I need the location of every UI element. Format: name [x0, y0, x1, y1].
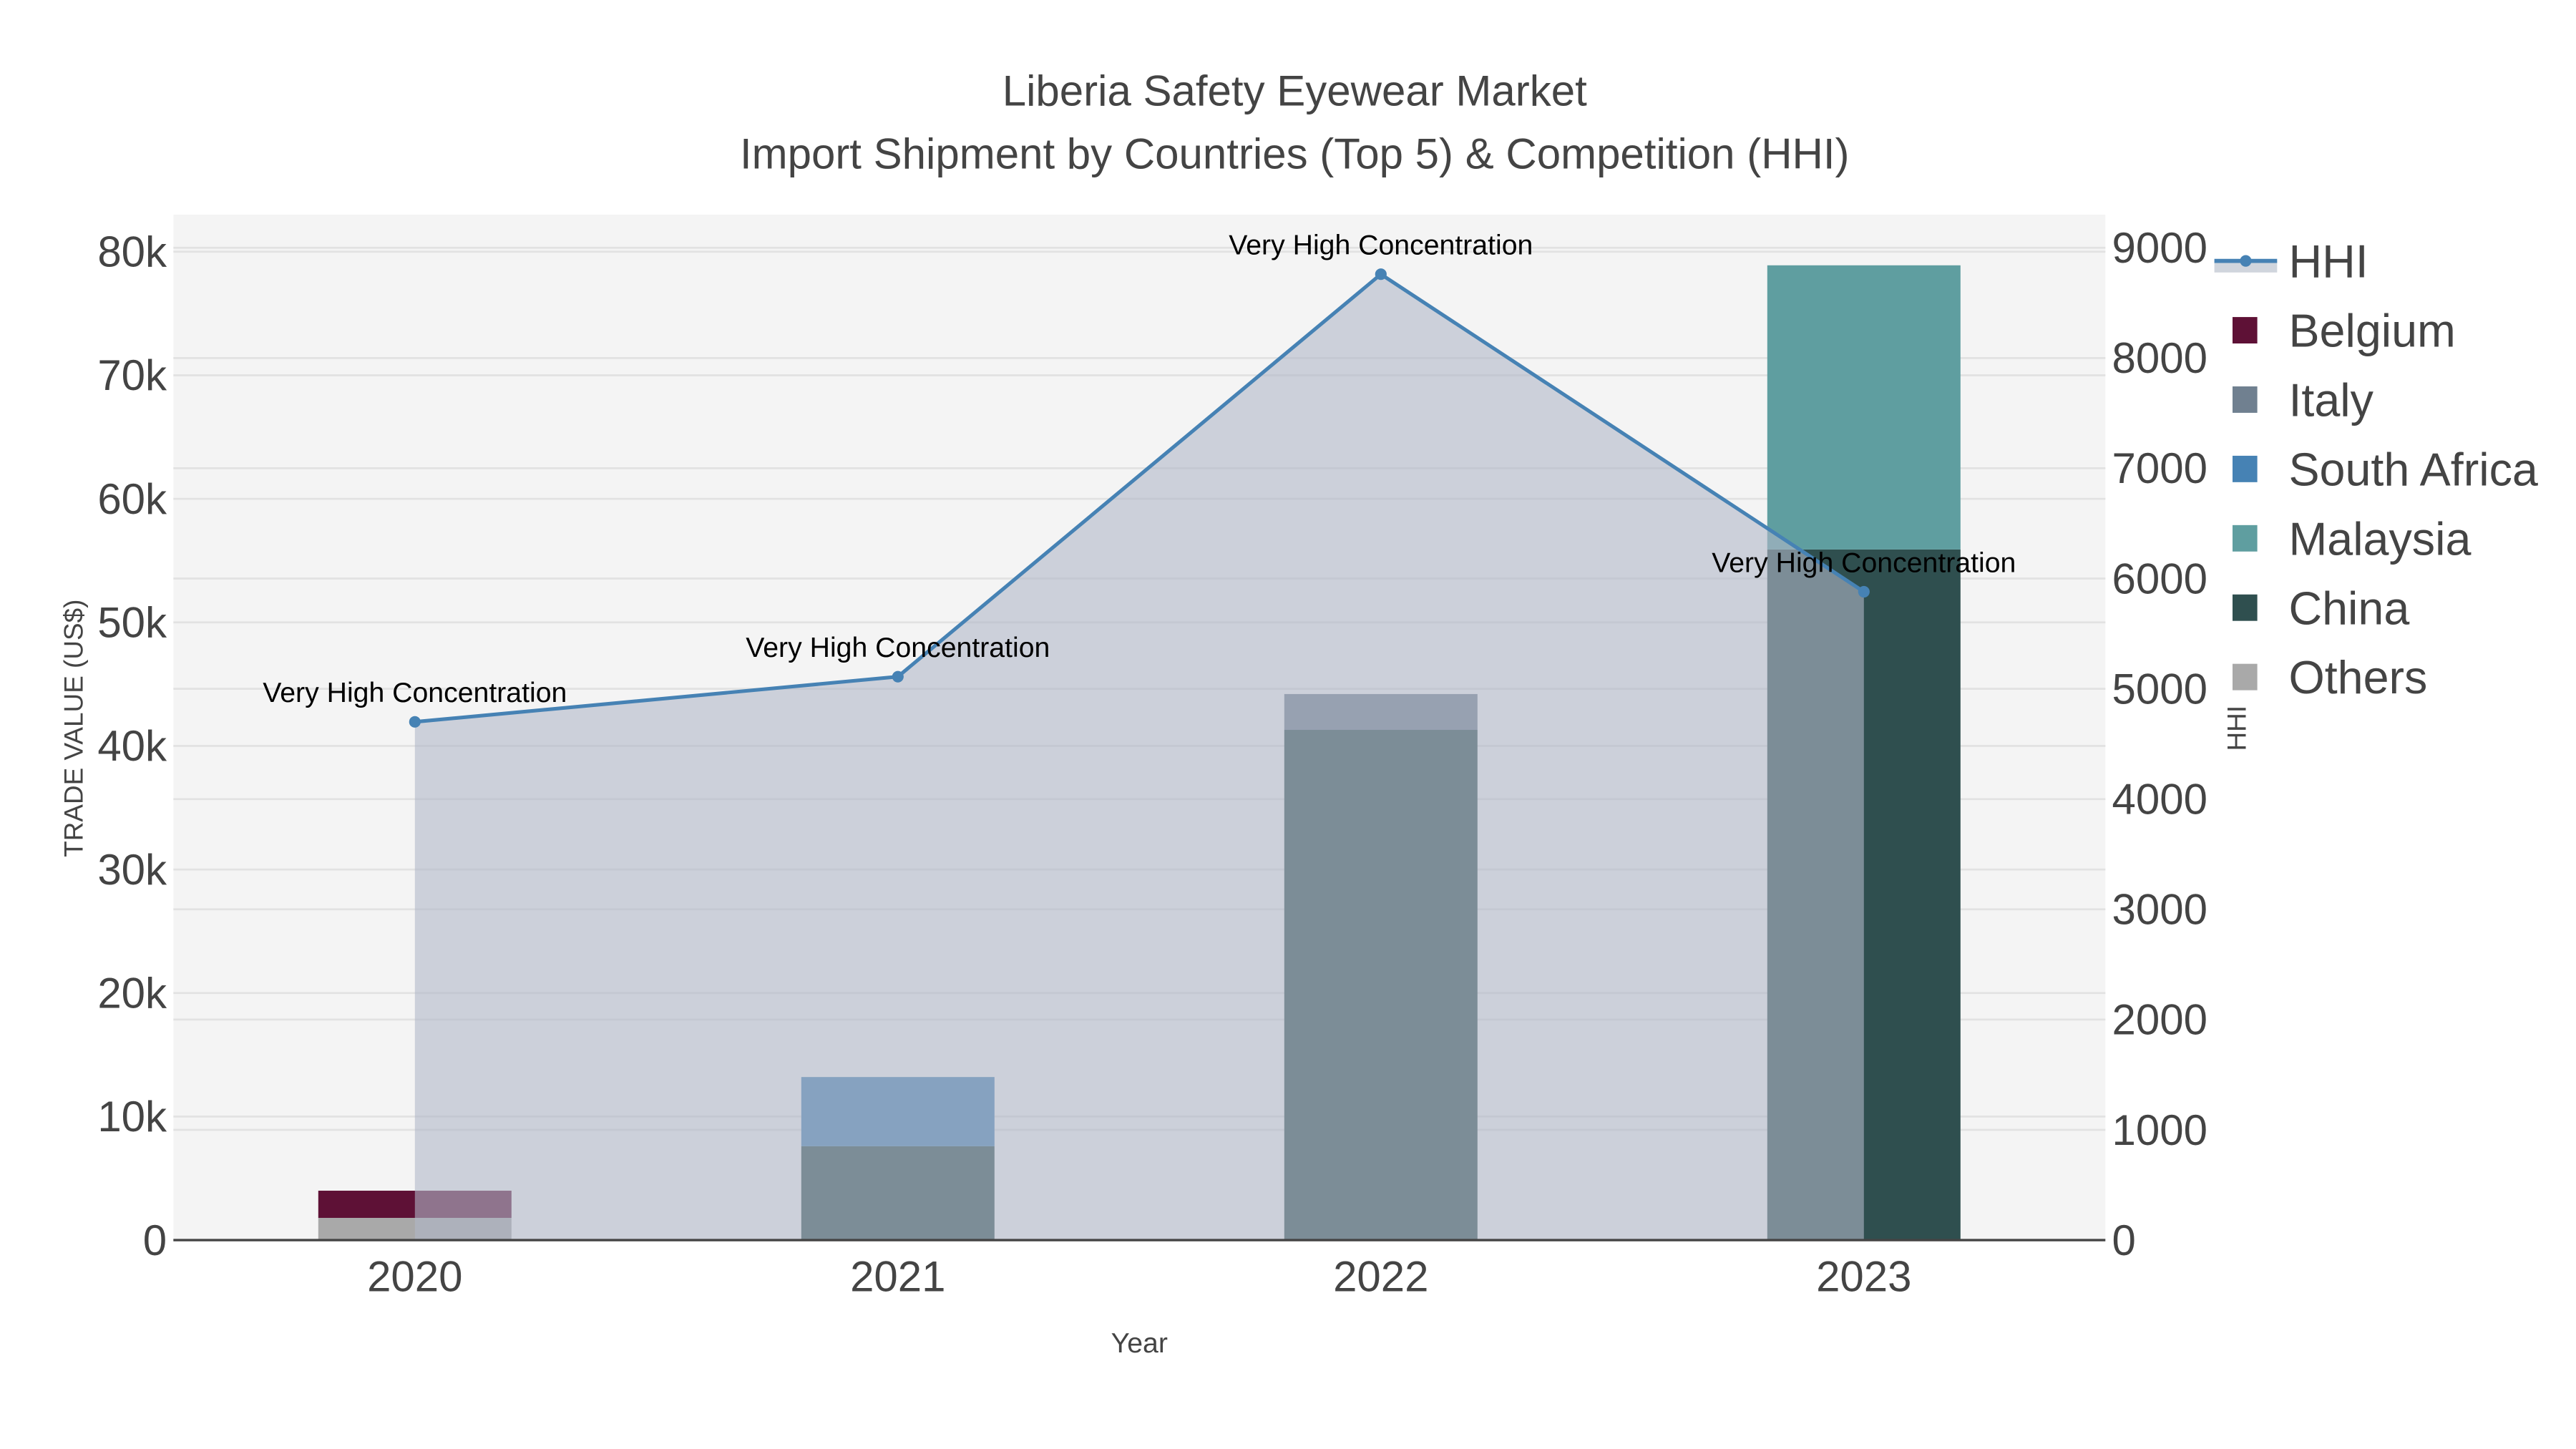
legend-swatch — [2233, 594, 2258, 621]
y2-tick-label: 0 — [2112, 1216, 2136, 1264]
y2-tick-label: 9000 — [2112, 224, 2207, 272]
hhi-point — [892, 670, 904, 683]
y2-tick-label: 2000 — [2112, 996, 2207, 1044]
y-tick-label: 0 — [143, 1216, 167, 1264]
y2-tick-label: 3000 — [2112, 886, 2207, 934]
legend-label: South Africa — [2288, 444, 2537, 495]
legend-label: Italy — [2288, 375, 2373, 426]
y2-tick-label: 5000 — [2112, 665, 2207, 713]
y-tick-label: 40k — [97, 722, 167, 770]
x-tick-label: 2020 — [367, 1253, 462, 1301]
legend-swatch — [2233, 317, 2258, 343]
y2-tick-label: 8000 — [2112, 334, 2207, 382]
y-tick-label: 10k — [97, 1093, 167, 1141]
y-tick-label: 80k — [97, 228, 167, 276]
chart-subtitle: Import Shipment by Countries (Top 5) & C… — [740, 130, 1850, 177]
y2-tick-label: 7000 — [2112, 444, 2207, 492]
y-tick-label: 50k — [97, 599, 167, 647]
x-tick-label: 2023 — [1816, 1253, 1911, 1301]
legend-label: Others — [2288, 652, 2427, 703]
legend-swatch — [2233, 386, 2258, 413]
x-tick-label: 2021 — [850, 1253, 945, 1301]
bar-malaysia — [1767, 265, 1961, 550]
hhi-point — [1858, 585, 1870, 598]
y2-tick-label: 4000 — [2112, 775, 2207, 823]
legend-swatch — [2233, 663, 2258, 691]
legend-hhi-marker — [2240, 255, 2252, 267]
legend-swatch — [2233, 455, 2258, 482]
y2-tick-label: 6000 — [2112, 555, 2207, 602]
chart: Very High Concentration Very High Concent… — [0, 0, 2576, 1449]
legend-swatch — [2233, 525, 2258, 552]
hhi-annotation: Very High Concentration — [263, 677, 567, 708]
y2-axis-title: HHI — [2222, 706, 2251, 751]
hhi-annotation: Very High Concentration — [1712, 547, 2016, 578]
y2-tick-label: 1000 — [2112, 1106, 2207, 1154]
y-axis-title: TRADE VALUE (US$) — [59, 600, 88, 857]
legend-label: China — [2288, 582, 2409, 634]
x-tick-label: 2022 — [1333, 1253, 1428, 1301]
y-tick-label: 70k — [97, 351, 167, 399]
hhi-point — [1375, 268, 1387, 280]
legend-label: Belgium — [2288, 306, 2455, 357]
chart-title: Liberia Safety Eyewear Market — [1002, 67, 1587, 115]
legend-label: Malaysia — [2288, 513, 2471, 565]
x-axis-title: Year — [1111, 1327, 1168, 1359]
hhi-annotation: Very High Concentration — [1229, 230, 1533, 261]
y-tick-label: 60k — [97, 475, 167, 523]
y-tick-label: 20k — [97, 970, 167, 1018]
hhi-annotation: Very High Concentration — [746, 632, 1050, 663]
legend-label: HHI — [2288, 236, 2368, 288]
y-tick-label: 30k — [97, 846, 167, 894]
hhi-point — [409, 716, 421, 728]
